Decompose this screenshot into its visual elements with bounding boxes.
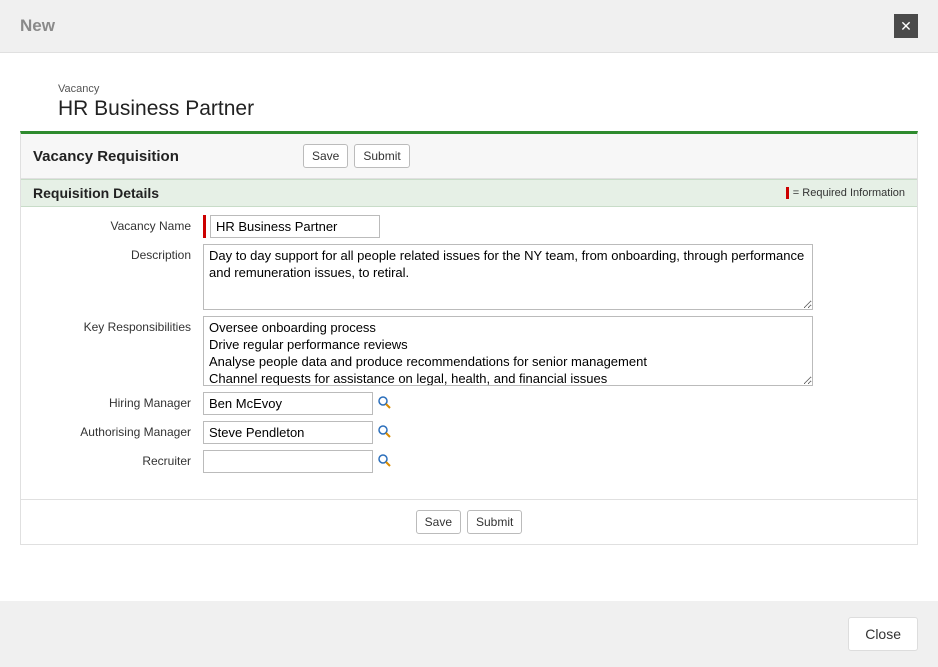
required-indicator-icon bbox=[203, 215, 206, 238]
record-type-label: Vacancy bbox=[58, 83, 880, 95]
hiring-manager-input[interactable] bbox=[203, 392, 373, 415]
record-header: Vacancy HR Business Partner bbox=[58, 83, 880, 121]
lookup-icon[interactable] bbox=[377, 395, 393, 411]
authorising-manager-label: Authorising Manager bbox=[33, 421, 203, 439]
key-responsibilities-label: Key Responsibilities bbox=[33, 316, 203, 334]
vacancy-name-label: Vacancy Name bbox=[33, 215, 203, 233]
panel-action-bar: Vacancy Requisition Save Submit bbox=[21, 134, 917, 179]
key-responsibilities-textarea[interactable] bbox=[203, 316, 813, 386]
required-indicator-icon bbox=[786, 187, 789, 199]
save-button[interactable]: Save bbox=[416, 510, 461, 534]
panel-bottom-action-bar: Save Submit bbox=[21, 499, 917, 544]
required-info-text: = Required Information bbox=[793, 187, 905, 199]
description-label: Description bbox=[33, 244, 203, 262]
submit-button[interactable]: Submit bbox=[354, 144, 409, 168]
dialog-footer: Close bbox=[0, 601, 938, 667]
window-title: New bbox=[20, 16, 55, 36]
record-title: HR Business Partner bbox=[58, 97, 880, 121]
description-textarea[interactable] bbox=[203, 244, 813, 310]
section-title: Requisition Details bbox=[33, 185, 159, 201]
panel-title: Vacancy Requisition bbox=[33, 148, 303, 165]
section-header: Requisition Details = Required Informati… bbox=[21, 179, 917, 207]
close-button[interactable]: Close bbox=[848, 617, 918, 651]
vacancy-name-input[interactable] bbox=[210, 215, 380, 238]
lookup-icon[interactable] bbox=[377, 424, 393, 440]
lookup-icon[interactable] bbox=[377, 453, 393, 469]
recruiter-label: Recruiter bbox=[33, 450, 203, 468]
recruiter-input[interactable] bbox=[203, 450, 373, 473]
submit-button[interactable]: Submit bbox=[467, 510, 522, 534]
required-info-legend: = Required Information bbox=[786, 187, 905, 199]
save-button[interactable]: Save bbox=[303, 144, 348, 168]
window-header: New ✕ bbox=[0, 0, 938, 53]
hiring-manager-label: Hiring Manager bbox=[33, 392, 203, 410]
authorising-manager-input[interactable] bbox=[203, 421, 373, 444]
vacancy-panel: Vacancy Requisition Save Submit Requisit… bbox=[20, 131, 918, 545]
close-icon[interactable]: ✕ bbox=[894, 14, 918, 38]
